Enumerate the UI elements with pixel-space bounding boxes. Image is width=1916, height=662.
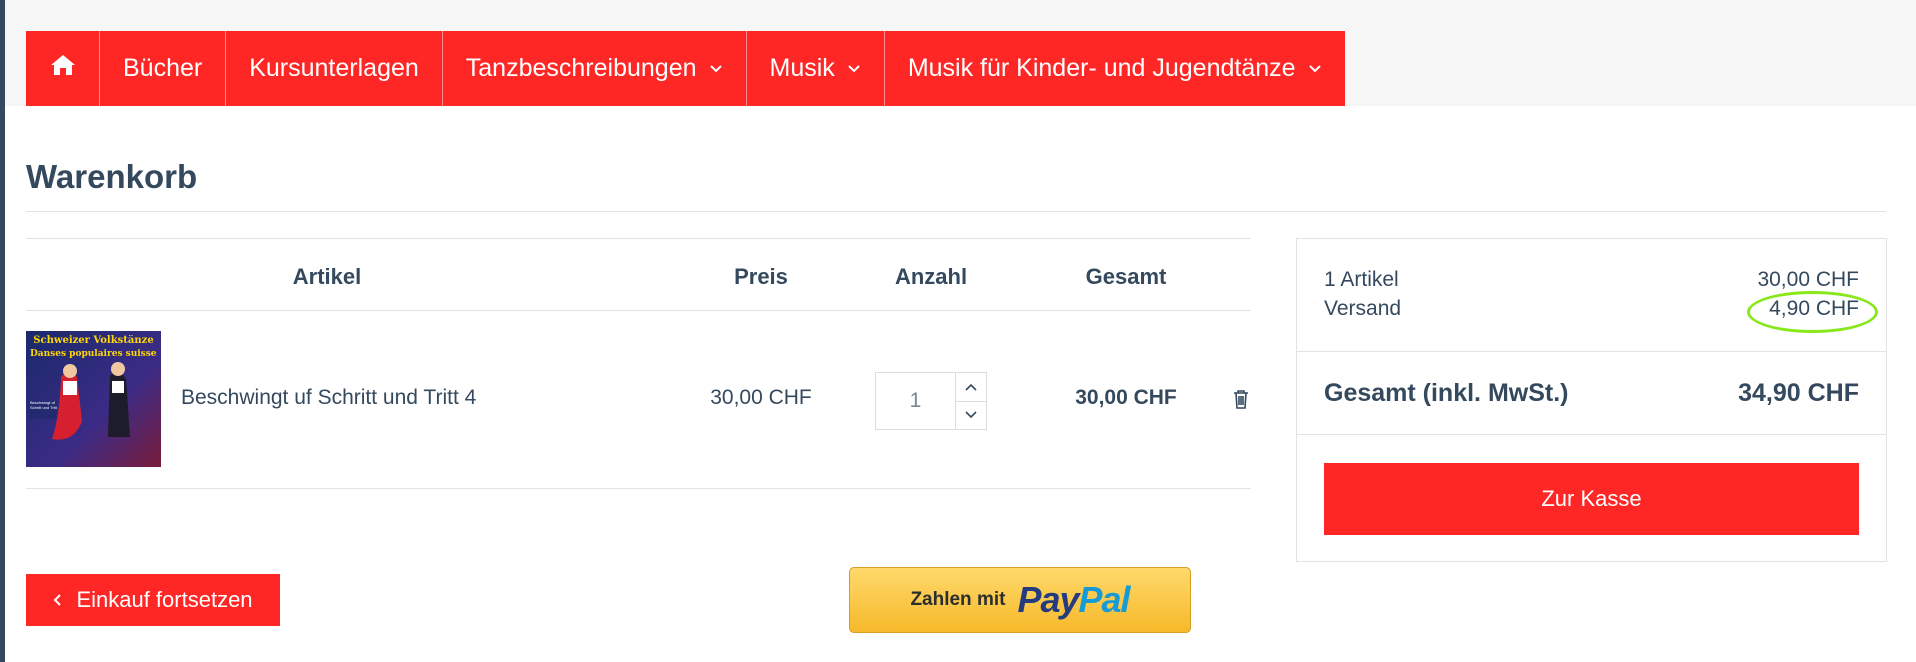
paypal-logo-pal: Pal xyxy=(1078,579,1131,620)
home-icon xyxy=(50,54,76,83)
paypal-logo-pay: Pay xyxy=(1017,579,1079,620)
summary-items-label: 1 Artikel xyxy=(1324,268,1399,291)
quantity-increase-button[interactable] xyxy=(956,373,986,402)
summary-items-value: 30,00 CHF xyxy=(1757,268,1859,291)
chevron-up-icon xyxy=(965,383,977,391)
table-divider xyxy=(26,238,1251,239)
summary-shipping-row: Versand 4,90 CHF xyxy=(1324,291,1878,333)
summary-shipping-label: Versand xyxy=(1324,297,1402,320)
summary-items-row: 1 Artikel 30,00 CHF xyxy=(1324,268,1859,292)
nav-item-label: Musik für Kinder- und Jugendtänze xyxy=(907,54,1296,82)
product-line-total: 30,00 CHF xyxy=(1075,386,1177,409)
product-name[interactable]: Beschwingt uf Schritt und Tritt 4 xyxy=(181,386,476,410)
nav-item-label: Bücher xyxy=(123,54,203,82)
quantity-step-buttons xyxy=(956,373,986,429)
chevron-down-icon xyxy=(1308,64,1322,74)
continue-shopping-label: Einkauf fortsetzen xyxy=(76,587,253,612)
order-summary: 1 Artikel 30,00 CHF Versand 4,90 CHF Ges… xyxy=(1296,238,1887,562)
continue-shopping-button[interactable]: Einkauf fortsetzen xyxy=(26,574,280,626)
product-cover-title: Schweizer Volkstänze xyxy=(33,335,154,346)
nav-item-label: Tanzbeschreibungen xyxy=(465,54,697,82)
nav-item-kursunterlagen[interactable]: Kursunterlagen xyxy=(226,31,443,106)
product-image[interactable]: Schweizer Volkstänze Danses populaires s… xyxy=(26,331,161,467)
chevron-down-icon xyxy=(709,64,723,74)
quantity-decrease-button[interactable] xyxy=(956,402,986,430)
summary-total-value: 34,90 CHF xyxy=(1738,379,1859,407)
summary-divider xyxy=(1297,351,1886,352)
product-cover-subtitle: Danses populaires suisses xyxy=(30,349,157,359)
quantity-stepper[interactable]: 1 xyxy=(875,372,987,430)
nav-item-tanzbeschreibungen[interactable]: Tanzbeschreibungen xyxy=(443,31,747,106)
checkout-button[interactable]: Zur Kasse xyxy=(1324,463,1859,535)
page-title: Warenkorb xyxy=(26,158,198,195)
main-nav: Bücher Kursunterlagen Tanzbeschreibungen… xyxy=(26,31,1345,106)
column-header-total: Gesamt xyxy=(1085,264,1167,289)
chevron-down-icon xyxy=(847,64,861,74)
summary-total-label: Gesamt (inkl. MwSt.) xyxy=(1324,379,1569,407)
summary-divider xyxy=(1297,434,1886,435)
product-cover-label: Beschwingt uf Schritt und Tritt xyxy=(30,400,57,410)
nav-home[interactable] xyxy=(26,31,100,106)
table-divider xyxy=(26,310,1251,311)
nav-item-label: Musik xyxy=(769,54,835,82)
column-header-item: Artikel xyxy=(292,264,362,289)
chevron-left-icon xyxy=(53,593,62,607)
summary-total-row: Gesamt (inkl. MwSt.) 34,90 CHF xyxy=(1324,379,1859,408)
table-divider xyxy=(26,488,1251,489)
paypal-logo: PayPal xyxy=(1017,579,1131,621)
product-price: 30,00 CHF xyxy=(710,386,812,409)
chevron-down-icon xyxy=(965,411,977,419)
summary-shipping-value: 4,90 CHF xyxy=(1747,291,1878,333)
paypal-button[interactable]: Zahlen mit PayPal xyxy=(849,567,1191,633)
nav-item-buecher[interactable]: Bücher xyxy=(100,31,227,106)
nav-item-musik[interactable]: Musik xyxy=(747,31,885,106)
paypal-button-label: Zahlen mit xyxy=(910,589,1006,610)
nav-item-label: Kursunterlagen xyxy=(249,54,419,82)
trash-icon[interactable] xyxy=(1232,389,1250,414)
quantity-input[interactable]: 1 xyxy=(876,373,956,429)
nav-item-musik-kinder[interactable]: Musik für Kinder- und Jugendtänze xyxy=(885,31,1345,106)
title-divider xyxy=(26,211,1886,212)
column-header-quantity: Anzahl xyxy=(894,264,968,289)
